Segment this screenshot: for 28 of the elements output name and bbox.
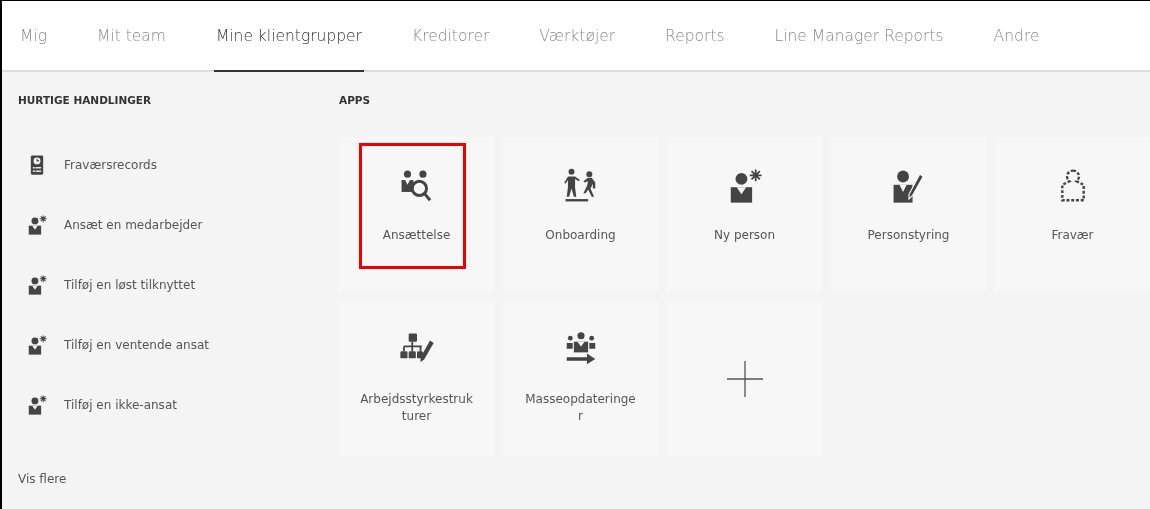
person-asterisk-icon: [26, 394, 48, 416]
app-label: Onboarding: [545, 227, 616, 244]
app-label: Ny person: [714, 227, 775, 244]
plus-icon[interactable]: [725, 359, 764, 398]
nav-tab[interactable]: Mine klientgrupper: [213, 1, 364, 72]
app-label: Personstyring: [867, 227, 950, 244]
nav-tab[interactable]: Mig: [18, 1, 49, 72]
quick-action-link[interactable]: Tilføj en ikke-ansat: [64, 398, 177, 412]
section-heading: HURTIGE HANDLINGER: [18, 94, 153, 106]
person-asterisk-icon: [26, 214, 48, 236]
nav-tab[interactable]: Andre: [991, 1, 1042, 72]
nav-tab[interactable]: Reports: [663, 1, 727, 72]
quick-action-link[interactable]: Ansæt en medarbejder: [64, 218, 203, 232]
app-label: Fravær: [1051, 227, 1094, 244]
nav-tab[interactable]: Værktøjer: [537, 1, 618, 72]
quick-action-link[interactable]: Tilføj en ventende ansat: [64, 338, 209, 352]
quick-action-link[interactable]: Tilføj en løst tilknyttet: [64, 278, 196, 292]
person-asterisk-icon: [26, 274, 48, 296]
app-label: Arbejdsstyrkestruk turer: [360, 391, 473, 425]
quick-action-link[interactable]: Fraværsrecords: [64, 158, 157, 172]
nav-tab[interactable]: Kreditorer: [409, 1, 492, 72]
nav-tab[interactable]: Mit team: [95, 1, 168, 72]
app-label: Masseopdateringe r: [525, 391, 636, 425]
person-asterisk-icon: [26, 334, 48, 356]
section-heading: APPS: [339, 94, 372, 106]
show-more-link[interactable]: Vis flere: [18, 472, 321, 486]
app-label: Ansættelse: [382, 227, 451, 244]
nav-tab[interactable]: Line Manager Reports: [772, 1, 946, 72]
